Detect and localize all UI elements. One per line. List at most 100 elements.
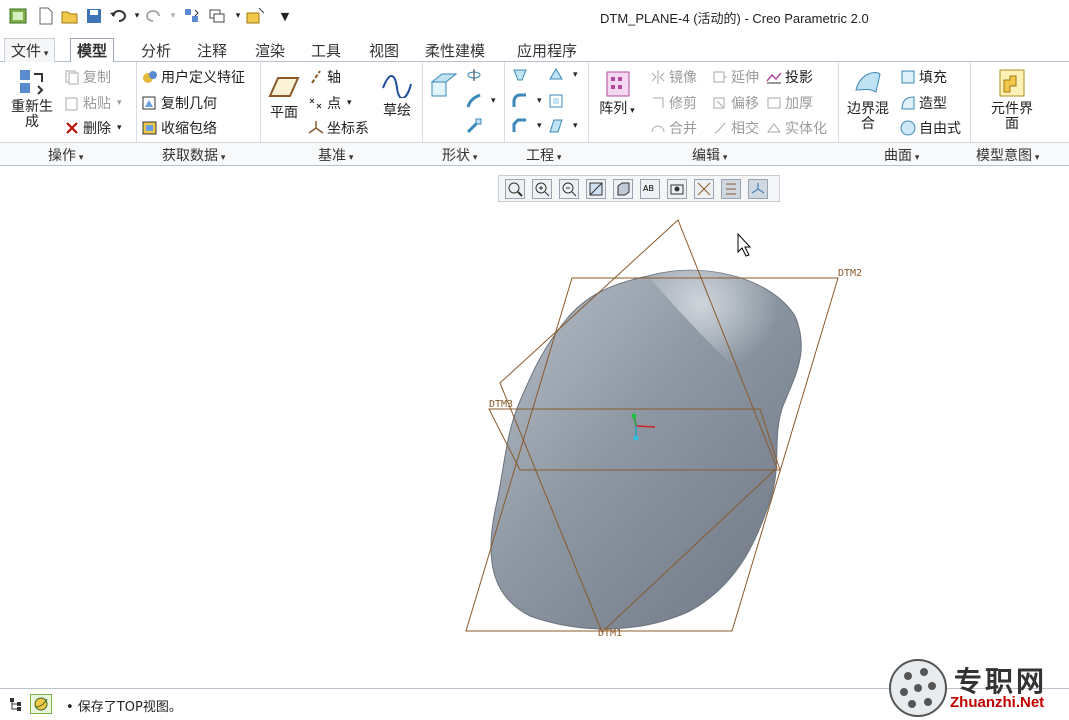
tab-flexible-modeling[interactable]: 柔性建模 <box>418 38 492 62</box>
pattern-icon <box>601 68 633 100</box>
close-icon[interactable] <box>246 6 266 26</box>
creo-window: ▾ ▾ ▾ ▼ DTM_PLANE-4 (活动的) - Creo Paramet… <box>0 0 1069 720</box>
fill-button[interactable]: 填充 <box>900 67 947 87</box>
style-button[interactable]: 造型 <box>900 93 947 113</box>
point-button[interactable]: 点 ▾ <box>308 93 352 113</box>
tab-analysis[interactable]: 分析 <box>134 38 178 62</box>
group-datum[interactable]: 基准 ▾ <box>318 145 353 165</box>
group-surfaces[interactable]: 曲面 ▾ <box>884 145 919 165</box>
round-button[interactable]: ▾ <box>512 93 542 109</box>
browser-toggle-icon[interactable] <box>30 694 52 714</box>
intersect-icon <box>712 120 728 136</box>
udf-button[interactable]: 用户定义特征 <box>142 67 245 87</box>
offset-button[interactable]: 偏移 <box>712 93 759 113</box>
plane-icon <box>268 72 300 104</box>
tab-annotate[interactable]: 注释 <box>190 38 234 62</box>
copy-geometry-button[interactable]: 复制几何 <box>142 93 217 113</box>
boundary-blend-icon <box>852 68 884 100</box>
thicken-button[interactable]: 加厚 <box>766 93 813 113</box>
refit-icon[interactable] <box>505 179 525 199</box>
plane-label: 平面 <box>270 105 298 121</box>
plane-button[interactable]: 平面 <box>264 72 304 121</box>
trim-button[interactable]: 修剪 <box>650 93 697 113</box>
chamfer-button[interactable]: ▾ <box>512 118 542 134</box>
tab-file[interactable]: 文件 ▾ <box>4 38 56 62</box>
window-icon[interactable] <box>8 6 28 26</box>
group-get-data[interactable]: 获取数据 ▾ <box>162 145 225 165</box>
trim-icon <box>650 95 666 111</box>
csys-display-icon[interactable] <box>748 179 768 199</box>
swept-blend-button[interactable] <box>466 118 485 134</box>
copy-button[interactable]: 复制 <box>64 67 111 87</box>
datum-display-icon[interactable] <box>694 179 714 199</box>
mirror-button[interactable]: 镜像 <box>650 67 697 87</box>
windows-dropdown-icon[interactable]: ▾ <box>228 6 248 26</box>
component-interface-button[interactable]: 元件界面 <box>984 68 1040 132</box>
model-tree-toggle-icon[interactable] <box>8 696 24 716</box>
graphics-area[interactable]: DTM2 DTM3 DTM1 <box>0 166 1069 686</box>
tab-view[interactable]: 视图 <box>362 38 406 62</box>
copy-geometry-label: 复制几何 <box>161 96 217 112</box>
save-icon[interactable] <box>84 6 104 26</box>
axis-button[interactable]: 轴 <box>308 67 341 87</box>
group-label: 获取数据 <box>162 148 218 164</box>
freestyle-button[interactable]: 自由式 <box>900 118 961 138</box>
surface-model[interactable] <box>490 269 802 630</box>
project-button[interactable]: 投影 <box>766 67 813 87</box>
customize-icon[interactable]: ▼ <box>275 6 295 26</box>
delete-button[interactable]: 删除 ▾ <box>64 118 122 138</box>
sweep-button[interactable]: ▾ <box>466 93 496 109</box>
plane-display-icon[interactable] <box>721 179 741 199</box>
paste-button[interactable]: 粘贴 ▾ <box>64 93 122 113</box>
intersect-button[interactable]: 相交 <box>712 118 759 138</box>
open-icon[interactable] <box>60 6 80 26</box>
tab-render[interactable]: 渲染 <box>248 38 292 62</box>
revolve-button[interactable] <box>466 67 485 83</box>
csys-button[interactable]: 坐标系 <box>308 118 369 138</box>
draft-button[interactable]: ▾ <box>548 118 578 134</box>
repaint-icon[interactable] <box>586 179 606 199</box>
regenerate-icon[interactable] <box>182 6 202 26</box>
group-model-intent[interactable]: 模型意图 ▾ <box>976 145 1039 165</box>
saved-orientations-icon[interactable]: AB <box>640 179 660 199</box>
solidify-button[interactable]: 实体化 <box>766 118 827 138</box>
mirror-label: 镜像 <box>669 70 697 86</box>
swept-blend-icon <box>466 118 482 134</box>
zoom-out-icon[interactable] <box>559 179 579 199</box>
extend-icon <box>712 69 728 85</box>
extrude-button[interactable] <box>428 72 463 100</box>
redo-dropdown-icon[interactable]: ▾ <box>163 6 183 26</box>
ribbon: 重新生成 复制 粘贴 ▾ 删除 ▾ 用户定义特征 复制几何 收缩包络 平面 轴 点 ▾… <box>0 62 1069 142</box>
windows-icon[interactable] <box>207 6 227 26</box>
group-editing[interactable]: 编辑 ▾ <box>692 145 727 165</box>
thicken-label: 加厚 <box>785 96 813 112</box>
extend-button[interactable]: 延伸 <box>712 67 759 87</box>
tab-model[interactable]: 模型 <box>70 38 115 63</box>
sketch-button[interactable]: 草绘 <box>376 70 418 119</box>
shrinkwrap-button[interactable]: 收缩包络 <box>142 118 217 138</box>
freestyle-label: 自由式 <box>919 121 961 137</box>
tab-tools[interactable]: 工具 <box>304 38 348 62</box>
regenerate-button[interactable]: 重新生成 <box>6 66 58 130</box>
group-label: 工程 <box>526 148 554 164</box>
new-icon[interactable] <box>36 6 56 26</box>
shell-button[interactable]: ▾ <box>548 67 578 83</box>
undo-icon[interactable] <box>108 6 128 26</box>
view-manager-icon[interactable] <box>667 179 687 199</box>
group-engineering[interactable]: 工程 ▾ <box>526 145 561 165</box>
rib-button[interactable] <box>548 93 567 109</box>
udf-label: 用户定义特征 <box>161 70 245 86</box>
group-operations[interactable]: 操作 ▾ <box>48 145 83 165</box>
intersect-label: 相交 <box>731 121 759 137</box>
zoom-in-icon[interactable] <box>532 179 552 199</box>
pattern-label: 阵列 <box>599 101 628 117</box>
ribbon-tabs: 文件 ▾ 模型 分析 注释 渲染 工具 视图 柔性建模 应用程序 <box>0 38 1069 63</box>
pattern-button[interactable]: 阵列 ▾ <box>594 68 640 119</box>
tab-applications[interactable]: 应用程序 <box>510 38 584 62</box>
hole-button[interactable] <box>512 67 531 83</box>
display-style-icon[interactable] <box>613 179 633 199</box>
merge-button[interactable]: 合并 <box>650 118 697 138</box>
group-shapes[interactable]: 形状 ▾ <box>442 145 477 165</box>
boundary-blend-button[interactable]: 边界混合 <box>842 68 894 132</box>
redo-icon[interactable] <box>144 6 164 26</box>
